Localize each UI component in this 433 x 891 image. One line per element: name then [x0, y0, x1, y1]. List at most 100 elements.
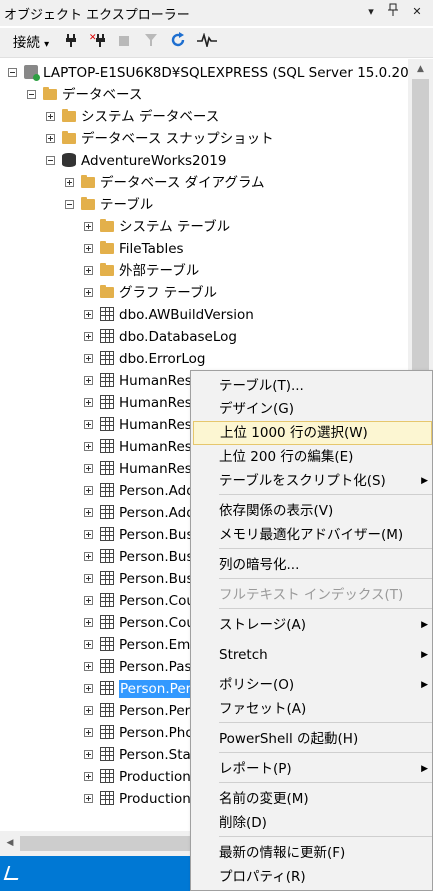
menu-refresh[interactable]: 最新の情報に更新(F)	[219, 841, 433, 865]
tree-node-label: Production	[119, 769, 191, 785]
table-icon	[100, 505, 114, 519]
menu-edit-top-200[interactable]: 上位 200 行の編集(E)	[219, 445, 433, 469]
tree-node-label: FileTables	[119, 241, 184, 257]
table-context-menu: テーブル(T)... デザイン(G) 上位 1000 行の選択(W) 上位 200 行…	[190, 370, 433, 891]
expand-plus-icon[interactable]	[84, 772, 93, 781]
tree-node-label: データベース ダイアグラム	[100, 175, 265, 191]
expand-plus-icon[interactable]	[84, 684, 93, 693]
menu-encrypt-columns[interactable]: 列の暗号化...	[219, 553, 433, 577]
close-icon[interactable]: ✕	[408, 3, 426, 21]
expand-plus-icon[interactable]	[84, 618, 93, 627]
expand-plus-icon[interactable]	[84, 552, 93, 561]
expand-plus-icon[interactable]	[84, 420, 93, 429]
table-icon	[100, 681, 114, 695]
connect-label: 接続	[12, 35, 40, 51]
menu-storage[interactable]: ストレージ(A) ▶	[219, 613, 433, 637]
disconnect-plug-icon[interactable]: ✕	[88, 32, 108, 54]
folder-tree-node[interactable]: データベース ダイアグラム	[0, 172, 408, 194]
menu-stretch[interactable]: Stretch ▶	[219, 643, 433, 667]
expand-plus-icon[interactable]	[84, 486, 93, 495]
menu-fulltext-index[interactable]: フルテキスト インデックス(T)	[219, 583, 433, 607]
folder-tree-node[interactable]: FileTables	[0, 238, 408, 260]
menu-facets[interactable]: ファセット(A)	[219, 697, 433, 721]
expand-plus-icon[interactable]	[46, 134, 55, 143]
expand-plus-icon[interactable]	[84, 288, 93, 297]
menu-select-top-1000[interactable]: 上位 1000 行の選択(W)	[193, 421, 432, 445]
horizontal-scroll-thumb[interactable]	[20, 836, 190, 851]
window-position-dropdown-icon[interactable]: ▾	[362, 3, 380, 21]
expand-plus-icon[interactable]	[84, 508, 93, 517]
folder-icon	[100, 219, 114, 232]
collapse-minus-icon[interactable]	[27, 90, 36, 99]
menu-design[interactable]: デザイン(G)	[219, 397, 433, 421]
server-tree-node[interactable]: LAPTOP-E1SU6K8D¥SQLEXPRESS (SQL Server 1…	[0, 62, 408, 84]
folder-tree-node[interactable]: データベース スナップショット	[0, 128, 408, 150]
menu-memory-advisor[interactable]: メモリ最適化アドバイザー(M)	[219, 523, 433, 547]
activity-monitor-icon[interactable]	[196, 32, 218, 54]
expand-plus-icon[interactable]	[84, 332, 93, 341]
folder-icon	[100, 263, 114, 276]
expand-plus-icon[interactable]	[84, 728, 93, 737]
table-icon	[100, 483, 114, 497]
collapse-minus-icon[interactable]	[8, 68, 17, 77]
folder-tree-node[interactable]: 外部テーブル	[0, 260, 408, 282]
scroll-left-icon[interactable]: ◀	[0, 831, 20, 856]
tree-node-label: Person.Add	[119, 483, 195, 499]
collapse-minus-icon[interactable]	[65, 200, 74, 209]
table-tree-node[interactable]: dbo.DatabaseLog	[0, 326, 408, 348]
folder-tree-node[interactable]: データベース	[0, 84, 408, 106]
stop-icon[interactable]	[116, 32, 132, 54]
expand-plus-icon[interactable]	[84, 244, 93, 253]
menu-view-dependencies[interactable]: 依存関係の表示(V)	[219, 499, 433, 523]
connect-plug-icon[interactable]	[62, 32, 80, 54]
menu-reports[interactable]: レポート(P) ▶	[219, 757, 433, 781]
menu-properties[interactable]: プロパティ(R)	[219, 865, 433, 889]
expand-plus-icon[interactable]	[84, 662, 93, 671]
expand-plus-icon[interactable]	[84, 750, 93, 759]
table-tree-node[interactable]: dbo.AWBuildVersion	[0, 304, 408, 326]
expand-plus-icon[interactable]	[84, 354, 93, 363]
vertical-scroll-thumb[interactable]	[412, 79, 429, 409]
folder-tree-node[interactable]: グラフ テーブル	[0, 282, 408, 304]
folder-tree-node[interactable]: テーブル	[0, 194, 408, 216]
scroll-up-icon[interactable]: ▲	[408, 59, 433, 79]
table-tree-node[interactable]: dbo.ErrorLog	[0, 348, 408, 370]
expand-plus-icon[interactable]	[84, 464, 93, 473]
menu-rename[interactable]: 名前の変更(M)	[219, 787, 433, 811]
menu-script-table[interactable]: テーブルをスクリプト化(S) ▶	[219, 469, 433, 493]
expand-plus-icon[interactable]	[84, 530, 93, 539]
expand-plus-icon[interactable]	[65, 178, 74, 187]
folder-tree-node[interactable]: システム データベース	[0, 106, 408, 128]
menu-separator	[219, 836, 432, 837]
folder-tree-node[interactable]: システム テーブル	[0, 216, 408, 238]
expand-plus-icon[interactable]	[84, 266, 93, 275]
connect-button[interactable]: 接続 ▾	[8, 32, 54, 54]
tree-node-label: dbo.ErrorLog	[119, 351, 206, 367]
expand-plus-icon[interactable]	[84, 222, 93, 231]
collapse-minus-icon[interactable]	[46, 156, 55, 165]
menu-delete[interactable]: 削除(D)	[219, 811, 433, 835]
expand-plus-icon[interactable]	[84, 706, 93, 715]
table-icon	[100, 329, 114, 343]
expand-plus-icon[interactable]	[84, 310, 93, 319]
expand-plus-icon[interactable]	[84, 574, 93, 583]
expand-chevron-icon[interactable]	[3, 866, 23, 880]
expand-plus-icon[interactable]	[84, 794, 93, 803]
menu-table-new[interactable]: テーブル(T)...	[219, 374, 433, 398]
expand-plus-icon[interactable]	[84, 442, 93, 451]
filter-icon[interactable]	[142, 32, 160, 54]
expand-plus-icon[interactable]	[84, 398, 93, 407]
expand-plus-icon[interactable]	[84, 640, 93, 649]
expand-plus-icon[interactable]	[84, 596, 93, 605]
expand-plus-icon[interactable]	[46, 112, 55, 121]
folder-icon	[100, 285, 114, 298]
menu-item-label: 依存関係の表示(V)	[219, 503, 334, 519]
menu-policies[interactable]: ポリシー(O) ▶	[219, 673, 433, 697]
tree-node-label: システム データベース	[81, 109, 220, 125]
pin-icon[interactable]	[384, 3, 402, 21]
db-tree-node[interactable]: AdventureWorks2019	[0, 150, 408, 172]
menu-separator	[219, 782, 432, 783]
menu-start-powershell[interactable]: PowerShell の起動(H)	[219, 727, 433, 751]
expand-plus-icon[interactable]	[84, 376, 93, 385]
refresh-icon[interactable]	[168, 32, 188, 54]
